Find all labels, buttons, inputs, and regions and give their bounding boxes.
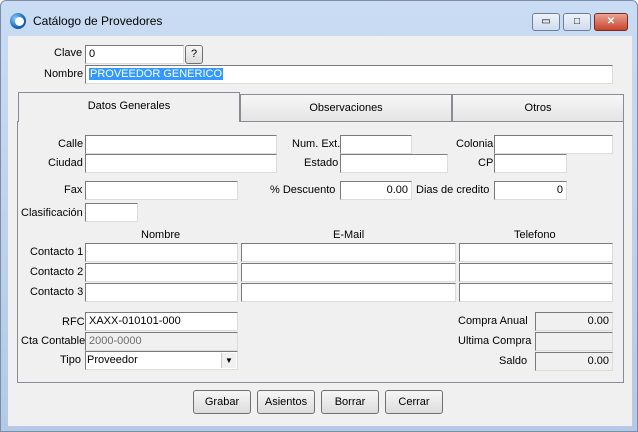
contacto-3-nombre-field[interactable] [85,283,238,302]
ciudad-label: Ciudad [48,157,83,169]
close-button[interactable]: ✕ [594,13,628,31]
calle-field[interactable] [85,135,277,154]
ciudad-field[interactable] [85,154,277,173]
title-bar[interactable]: Catálogo de Provedores ▭ □ ✕ [1,1,637,35]
tab-datos-generales[interactable]: Datos Generales [18,92,240,122]
nombre-label: Nombre [44,68,84,80]
grabar-button[interactable]: Grabar [193,390,251,414]
contacto-2-email-field[interactable] [241,263,456,282]
contact-col-nombre: Nombre [141,229,181,241]
tipo-select[interactable]: Proveedor ▼ [85,351,238,370]
cp-field[interactable] [494,154,567,173]
chevron-down-icon[interactable]: ▼ [221,353,236,368]
clave-lookup-button[interactable]: ? [185,45,203,64]
cta-contable-label: Cta Contable [21,335,86,347]
contacto-3-label: Contacto 3 [30,286,84,298]
form-client-area: Clave 0 ? Nombre PROVEEDOR GENERICO Dato… [8,36,632,426]
estado-field[interactable] [340,154,448,173]
contacto-3-telefono-field[interactable] [459,283,613,302]
contacto-2-nombre-field[interactable] [85,263,238,282]
contacto-1-nombre-field[interactable] [85,243,238,262]
cta-contable-field: 2000-0000 [85,332,238,351]
descuento-field[interactable]: 0.00 [340,181,412,200]
close-icon: ✕ [606,16,616,27]
ultima-compra-label: Ultima Compra [458,335,532,347]
tipo-selected-value: Proveedor [87,354,138,366]
saldo-label: Saldo [499,355,528,367]
colonia-field[interactable] [494,135,613,154]
nombre-selected-text: PROVEEDOR GENERICO [89,68,224,80]
contacto-2-telefono-field[interactable] [459,263,613,282]
window-title: Catálogo de Provedores [33,14,163,28]
minimize-button[interactable]: ▭ [532,13,560,31]
rfc-label: RFC [62,316,85,328]
window: Catálogo de Provedores ▭ □ ✕ Clave 0 ? N… [0,0,638,432]
compra-anual-label: Compra Anual [458,315,528,327]
contact-col-email: E-Mail [333,229,365,241]
contact-col-telefono: Telefono [514,229,556,241]
tab-otros[interactable]: Otros [452,94,624,122]
saldo-field: 0.00 [535,352,613,371]
cp-label: CP [478,157,494,169]
num-ext-label: Num. Ext. [292,138,341,150]
contacto-2-label: Contacto 2 [30,266,84,278]
colonia-label: Colonia [456,138,494,150]
fax-field[interactable] [85,181,238,200]
contacto-1-label: Contacto 1 [30,246,84,258]
contacto-1-telefono-field[interactable] [459,243,613,262]
num-ext-field[interactable] [340,135,412,154]
cerrar-button[interactable]: Cerrar [385,390,443,414]
descuento-label: % Descuento [270,184,336,196]
compra-anual-field: 0.00 [535,312,613,331]
contacto-1-email-field[interactable] [241,243,456,262]
tab-observaciones[interactable]: Observaciones [240,94,452,122]
rfc-field[interactable]: XAXX-010101-000 [85,312,238,331]
maximize-button[interactable]: □ [563,13,591,31]
fax-label: Fax [64,184,83,196]
app-icon [10,13,26,29]
maximize-icon: □ [573,16,581,27]
contacto-3-email-field[interactable] [241,283,456,302]
tipo-label: Tipo [60,354,81,366]
dias-credito-field[interactable]: 0 [494,181,567,200]
nombre-field[interactable]: PROVEEDOR GENERICO [85,65,613,84]
asientos-button[interactable]: Asientos [257,390,315,414]
clave-label: Clave [54,47,83,59]
clave-field[interactable]: 0 [85,45,184,64]
clasificacion-label: Clasificación [21,207,83,219]
estado-label: Estado [304,157,339,169]
ultima-compra-field [535,332,613,351]
dias-credito-label: Dias de credito [416,184,490,196]
clasificacion-field[interactable] [85,203,138,222]
calle-label: Calle [58,138,84,150]
borrar-button[interactable]: Borrar [321,390,379,414]
minimize-icon: ▭ [541,16,551,27]
